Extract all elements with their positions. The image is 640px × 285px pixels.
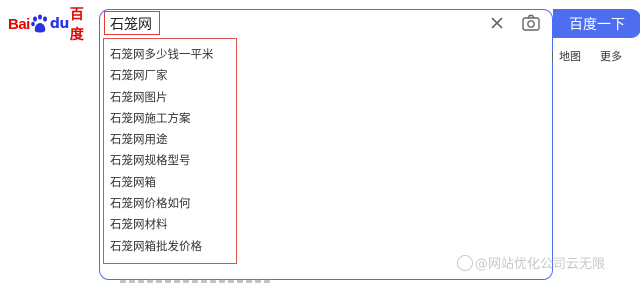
close-icon[interactable]	[488, 14, 506, 32]
search-button[interactable]: 百度一下	[553, 9, 640, 38]
suggestion-item[interactable]: 石笼网施工方案	[110, 108, 214, 129]
input-highlight-box	[104, 11, 160, 35]
suggestion-item[interactable]: 石笼网多少钱一平米	[110, 44, 214, 65]
nav-map-label: 地图	[559, 50, 581, 63]
watermark: @网站优化公司云无限	[457, 253, 605, 272]
suggestion-item[interactable]: 石笼网用途	[110, 129, 214, 150]
paw-icon	[31, 14, 49, 34]
suggestion-item[interactable]: 石笼网规格型号	[110, 150, 214, 171]
logo-text-bai: Bai	[8, 15, 30, 33]
suggestion-list: 石笼网多少钱一平米 石笼网厂家 石笼网图片 石笼网施工方案 石笼网用途 石笼网规…	[110, 44, 214, 257]
suggestion-item[interactable]: 石笼网箱批发价格	[110, 236, 214, 257]
map-icon	[552, 52, 558, 62]
suggestion-item[interactable]: 石笼网图片	[110, 87, 214, 108]
suggestion-item[interactable]: 石笼网价格如何	[110, 193, 214, 214]
watermark-text: @网站优化公司云无限	[475, 257, 606, 272]
suggestion-item[interactable]: 石笼网厂家	[110, 65, 214, 86]
watermark-icon	[457, 254, 473, 271]
baidu-logo[interactable]: Bai du 百度	[8, 6, 88, 42]
cut-off-text-fragment	[120, 279, 270, 283]
nav-more-link[interactable]: 更多	[600, 48, 622, 64]
nav-map-link[interactable]: 地图	[552, 48, 581, 64]
camera-icon[interactable]	[520, 12, 542, 34]
logo-text-cn: 百度	[69, 6, 84, 42]
suggestion-item[interactable]: 石笼网箱	[110, 172, 214, 193]
logo-text-du: du	[49, 16, 70, 32]
suggestion-item[interactable]: 石笼网材料	[110, 214, 214, 235]
